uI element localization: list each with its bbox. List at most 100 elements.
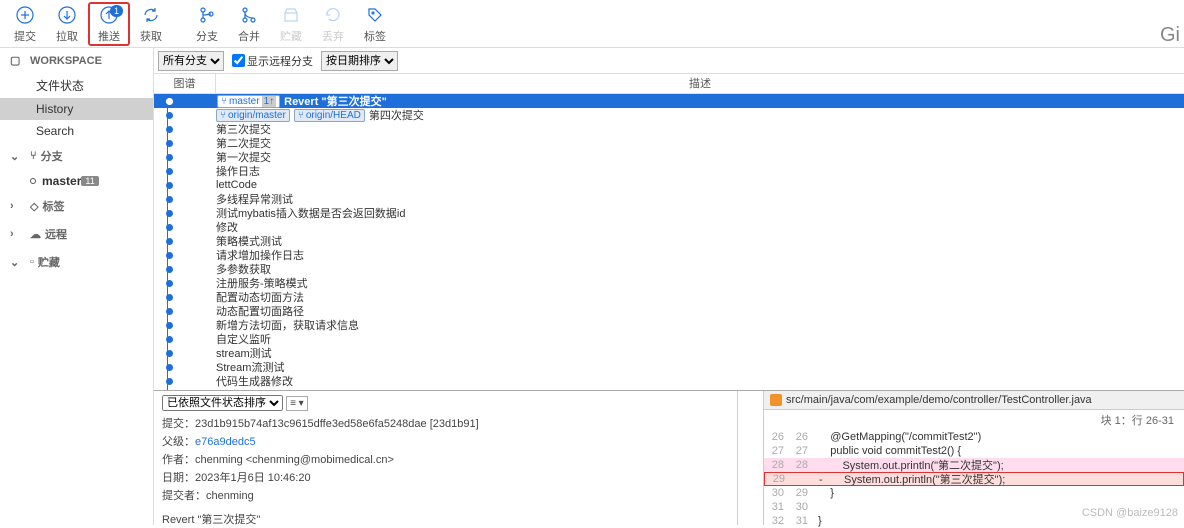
commit-row[interactable]: 多线程异常测试: [154, 192, 1184, 206]
arrow-down-circle-icon: [56, 4, 78, 26]
commit-row[interactable]: stream测试: [154, 346, 1184, 360]
details-pane: 已依照文件状态排序 ≡ ▾ 提交：23d1b915b74af13c9615dff…: [154, 390, 1184, 525]
commit-list[interactable]: ⑂master1↑Revert "第三次提交"⑂origin/master ⑂or…: [154, 94, 1184, 390]
commit-dot-icon: [166, 126, 173, 133]
push-button[interactable]: 1 推送: [88, 2, 130, 46]
stashes-section[interactable]: ⌄▫贮藏: [0, 248, 153, 276]
tag-icon: ◇: [30, 200, 38, 213]
commit-dot-icon: [166, 238, 173, 245]
diff-line: 29- System.out.println("第三次提交");: [764, 472, 1184, 486]
commit-button[interactable]: 提交: [4, 2, 46, 46]
commit-row[interactable]: 新增方法切面，获取请求信息: [154, 318, 1184, 332]
commit-dot-icon: [166, 154, 173, 161]
commit-row[interactable]: 第一次提交: [154, 150, 1184, 164]
sort-filter[interactable]: 按日期排序: [321, 51, 398, 71]
commit-row[interactable]: Stream流测试: [154, 360, 1184, 374]
chevron-down-icon: ⌄: [10, 256, 26, 269]
file-status-item[interactable]: 文件状态: [0, 73, 153, 98]
commit-dot-icon: [166, 98, 173, 105]
file-path[interactable]: src/main/java/com/example/demo/controlle…: [764, 391, 1184, 410]
commit-row[interactable]: 注册服务-策略模式: [154, 276, 1184, 290]
commit-dot-icon: [166, 322, 173, 329]
commit-row[interactable]: lettCode: [154, 178, 1184, 192]
commit-dot-icon: [166, 308, 173, 315]
commit-dot-icon: [166, 182, 173, 189]
commit-row[interactable]: ⑂origin/master⑂origin/HEAD第四次提交: [154, 108, 1184, 122]
branch-filter[interactable]: 所有分支: [158, 51, 224, 71]
chevron-down-icon: ⌄: [10, 150, 26, 163]
watermark: Gi: [1160, 24, 1180, 47]
commit-dot-icon: [166, 140, 173, 147]
branch-tag[interactable]: ⑂master1↑: [217, 95, 280, 108]
ahead-count: 11: [81, 176, 98, 186]
sidebar: ▢ WORKSPACE 文件状态 History Search ⌄⑂分支 mas…: [0, 48, 154, 525]
branches-section[interactable]: ⌄⑂分支: [0, 142, 153, 170]
commit-dot-icon: [166, 196, 173, 203]
diff-line: 2727 public void commitTest2() {: [764, 444, 1184, 458]
commit-row[interactable]: 多参数获取: [154, 262, 1184, 276]
options-button[interactable]: ≡ ▾: [286, 396, 308, 411]
commit-dot-icon: [166, 294, 173, 301]
commit-info: 已依照文件状态排序 ≡ ▾ 提交：23d1b915b74af13c9615dff…: [154, 391, 738, 525]
commit-row[interactable]: 代码生成器修改: [154, 374, 1184, 388]
search-item[interactable]: Search: [0, 120, 153, 142]
workspace-section[interactable]: ▢ WORKSPACE: [0, 48, 153, 73]
chevron-right-icon: ›: [10, 228, 26, 240]
commit-row[interactable]: 动态配置切面路径: [154, 304, 1184, 318]
col-desc[interactable]: 描述: [216, 74, 1184, 93]
commit-row[interactable]: 策略模式测试: [154, 234, 1184, 248]
tag-button[interactable]: 标签: [354, 2, 396, 46]
file-icon: [770, 394, 782, 406]
commit-dot-icon: [166, 266, 173, 273]
commit-dot-icon: [166, 112, 173, 119]
splitter[interactable]: [738, 391, 764, 525]
commit-dot-icon: [166, 280, 173, 287]
diff-line: 2626 @GetMapping("/commitTest2"): [764, 430, 1184, 444]
commit-row[interactable]: 测试mybatis插入数据是否会返回数据id: [154, 206, 1184, 220]
remotes-section[interactable]: ›☁远程: [0, 220, 153, 248]
branch-icon: [196, 4, 218, 26]
commit-row[interactable]: ⑂master1↑Revert "第三次提交": [154, 94, 1184, 108]
branch-button[interactable]: 分支: [186, 2, 228, 46]
commit-row[interactable]: 配置动态切面方法: [154, 290, 1184, 304]
parent-hash[interactable]: e76a9dedc5: [195, 436, 256, 448]
stash-button: 贮藏: [270, 2, 312, 46]
commit-dot-icon: [166, 224, 173, 231]
commit-dot-icon: [166, 336, 173, 343]
commit-row[interactable]: 删除.mvn: [154, 388, 1184, 390]
branch-master-item[interactable]: master11: [0, 170, 153, 192]
tag-icon: [364, 4, 386, 26]
fetch-button[interactable]: 获取: [130, 2, 172, 46]
file-sort-select[interactable]: 已依照文件状态排序: [162, 395, 283, 411]
commit-dot-icon: [166, 364, 173, 371]
commit-row[interactable]: 请求增加操作日志: [154, 248, 1184, 262]
box-icon: ▫: [30, 256, 34, 268]
tags-section[interactable]: ›◇标签: [0, 192, 153, 220]
merge-button[interactable]: 合并: [228, 2, 270, 46]
filter-bar: 所有分支 显示远程分支 按日期排序: [154, 48, 1184, 74]
branch-tag[interactable]: ⑂origin/master: [216, 109, 290, 122]
plus-circle-icon: [14, 4, 36, 26]
branch-tag[interactable]: ⑂origin/HEAD: [294, 109, 365, 122]
toolbar: 提交 拉取 1 推送 获取 分支 合并 贮藏 丢弃 标签: [0, 0, 1184, 48]
discard-icon: [322, 4, 344, 26]
history-item[interactable]: History: [0, 98, 153, 120]
commit-dot-icon: [166, 252, 173, 259]
commit-dot-icon: [166, 168, 173, 175]
commit-row[interactable]: 自定义监听: [154, 332, 1184, 346]
show-remote-checkbox[interactable]: [232, 54, 245, 67]
monitor-icon: ▢: [10, 54, 26, 67]
commit-row[interactable]: 修改: [154, 220, 1184, 234]
commit-row[interactable]: 操作日志: [154, 164, 1184, 178]
col-graph[interactable]: 图谱: [154, 74, 216, 93]
pull-button[interactable]: 拉取: [46, 2, 88, 46]
show-remote-toggle[interactable]: 显示远程分支: [232, 53, 313, 69]
commit-row[interactable]: 第二次提交: [154, 136, 1184, 150]
commit-row[interactable]: 第三次提交: [154, 122, 1184, 136]
branch-icon: ⑂: [30, 150, 37, 162]
diff-line: 3029 }: [764, 486, 1184, 500]
commit-dot-icon: [166, 378, 173, 385]
chevron-right-icon: ›: [10, 200, 26, 212]
watermark-csdn: CSDN @baize9128: [1082, 507, 1178, 519]
refresh-icon: [140, 4, 162, 26]
